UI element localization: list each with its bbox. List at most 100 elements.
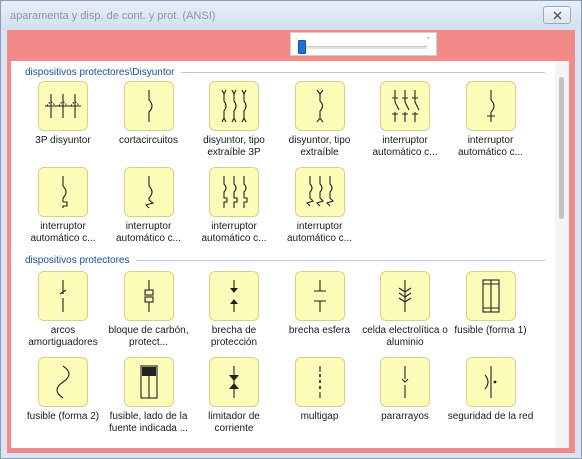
shape-item[interactable]: interruptor automático c...	[359, 81, 445, 163]
shape-item[interactable]: brecha de protección	[188, 271, 274, 353]
shape-label: celda electrolítica o aluminio	[362, 325, 448, 348]
shape-tile[interactable]	[380, 357, 430, 407]
shape-label: interruptor automático c...	[201, 221, 267, 244]
electrolytic-cell-icon	[398, 280, 412, 312]
close-button[interactable]	[543, 6, 571, 24]
shape-item[interactable]: interruptor automático c...	[103, 167, 189, 249]
shape-label: bloque de carbón, protect...	[108, 325, 189, 348]
auto-switch-magnetic-icon	[144, 176, 154, 209]
section-header-protectores[interactable]: dispositivos protectores	[25, 253, 545, 267]
shape-item[interactable]: multigap	[274, 357, 360, 439]
shape-tile[interactable]	[294, 271, 345, 321]
shape-label: cortacircuitos	[119, 135, 178, 146]
section-divider	[135, 259, 545, 261]
shape-item[interactable]: 3P disyuntor	[17, 81, 103, 163]
auto-switch-3p-icon	[392, 90, 420, 122]
shape-item[interactable]: brecha esfera	[274, 271, 360, 353]
shape-label: interruptor automático c...	[30, 221, 96, 244]
draw-out-breaker-icon	[316, 89, 323, 123]
shape-tile[interactable]	[38, 167, 88, 217]
shape-tile[interactable]	[209, 81, 259, 131]
shapes-panel: dispositivos protectores\Disyuntor 3P di…	[11, 61, 569, 448]
section-header-disyuntor[interactable]: dispositivos protectores\Disyuntor	[25, 65, 545, 79]
shape-label: pararrayos	[381, 411, 429, 422]
shape-tile[interactable]	[380, 271, 430, 321]
shape-item[interactable]: interruptor automático c...	[17, 167, 103, 249]
shape-label: interruptor automático c...	[372, 135, 438, 158]
auto-switch-icon	[486, 90, 495, 122]
shape-item[interactable]: interruptor automático c...	[445, 81, 531, 163]
shape-tile[interactable]	[123, 357, 174, 407]
shape-label: fusible (forma 2)	[26, 411, 100, 422]
shape-item[interactable]: interruptor automático c...	[188, 167, 274, 249]
shape-label: brecha esfera	[288, 325, 351, 336]
current-limiter-icon	[229, 366, 239, 398]
shape-item[interactable]: seguridad de la red	[445, 357, 533, 439]
vertical-scrollbar[interactable]	[555, 61, 569, 448]
size-slider[interactable]: - +	[290, 32, 437, 56]
section-title: dispositivos protectores\Disyuntor	[25, 66, 175, 78]
shape-item[interactable]: celda electrolítica o aluminio	[359, 271, 448, 353]
slider-track	[299, 46, 427, 49]
shape-label: fusible, lado de la fuente indicada ...	[109, 411, 188, 434]
scrollbar-thumb[interactable]	[559, 77, 564, 219]
shape-item[interactable]: disyuntor, tipo extraíble	[274, 81, 360, 163]
shape-label: limitador de corriente	[208, 411, 260, 434]
shape-label: arcos amortiguadores	[28, 325, 98, 348]
shape-tile[interactable]	[209, 167, 259, 217]
shape-label: brecha de protección	[210, 325, 258, 348]
shape-tile[interactable]	[380, 81, 430, 131]
shape-item[interactable]: pararrayos	[359, 357, 445, 439]
shape-label: disyuntor, tipo extraíble	[288, 135, 351, 158]
shape-tile[interactable]	[38, 81, 88, 131]
shape-tile[interactable]	[209, 357, 259, 407]
shape-label: seguridad de la red	[447, 411, 534, 422]
shape-tile[interactable]	[294, 81, 345, 131]
shape-item[interactable]: arcos amortiguadores	[17, 271, 103, 353]
stencil-window: aparamenta y disp. de cont. y prot. (ANS…	[0, 0, 582, 459]
shape-item[interactable]: cortacircuitos	[103, 81, 189, 163]
shape-tile[interactable]	[38, 357, 88, 407]
title-bar[interactable]: aparamenta y disp. de cont. y prot. (ANS…	[1, 1, 581, 30]
shape-label: 3P disyuntor	[35, 135, 91, 146]
sphere-gap-icon	[313, 280, 326, 312]
slider-min-tick: -	[296, 36, 298, 42]
shape-tile[interactable]	[38, 271, 88, 321]
shape-item[interactable]: fusible (forma 1)	[445, 271, 531, 353]
shape-item[interactable]: limitador de corriente	[188, 357, 274, 439]
shape-item[interactable]: disyuntor, tipo extraíble 3P	[188, 81, 274, 163]
shape-label: interruptor automático c...	[286, 221, 353, 244]
shape-item[interactable]: fusible, lado de la fuente indicada ...	[103, 357, 189, 439]
shape-tile[interactable]	[465, 271, 516, 321]
protective-gap-icon	[230, 280, 238, 312]
shape-tile[interactable]	[294, 167, 345, 217]
fuse-source-side-icon	[139, 365, 158, 399]
shape-tile[interactable]	[465, 357, 516, 407]
circuit-breaker-icon	[147, 90, 153, 122]
slider-thumb[interactable]	[298, 40, 306, 54]
shape-tile[interactable]	[123, 167, 174, 217]
content-frame: - + dispositivos protectores\Disyuntor 3…	[7, 30, 575, 453]
three-pole-breaker-icon	[45, 94, 81, 118]
multigap-icon	[318, 366, 321, 398]
shape-label: interruptor automático c...	[115, 221, 182, 244]
shape-tile[interactable]	[294, 357, 345, 407]
shape-tile[interactable]	[123, 271, 174, 321]
fuse-form2-icon	[56, 365, 70, 399]
section-divider	[180, 71, 545, 73]
shape-label: multigap	[300, 411, 339, 422]
network-protector-icon	[484, 366, 496, 398]
shape-item[interactable]: interruptor automático c...	[274, 167, 360, 249]
lightning-arrester-icon	[401, 366, 409, 398]
shape-label: fusible (forma 1)	[454, 325, 527, 336]
shape-tile[interactable]	[465, 81, 516, 131]
auto-switch-3p-thermal-icon	[223, 176, 248, 208]
shape-tile[interactable]	[209, 271, 259, 321]
shape-label: disyuntor, tipo extraíble 3P	[203, 135, 265, 158]
shape-item[interactable]: fusible (forma 2)	[17, 357, 103, 439]
arc-suppressor-icon	[59, 280, 67, 312]
shape-item[interactable]: bloque de carbón, protect...	[103, 271, 189, 353]
shape-tile[interactable]	[123, 81, 174, 131]
shape-label: interruptor automático c...	[457, 135, 524, 158]
draw-out-3p-breaker-icon	[221, 89, 247, 123]
